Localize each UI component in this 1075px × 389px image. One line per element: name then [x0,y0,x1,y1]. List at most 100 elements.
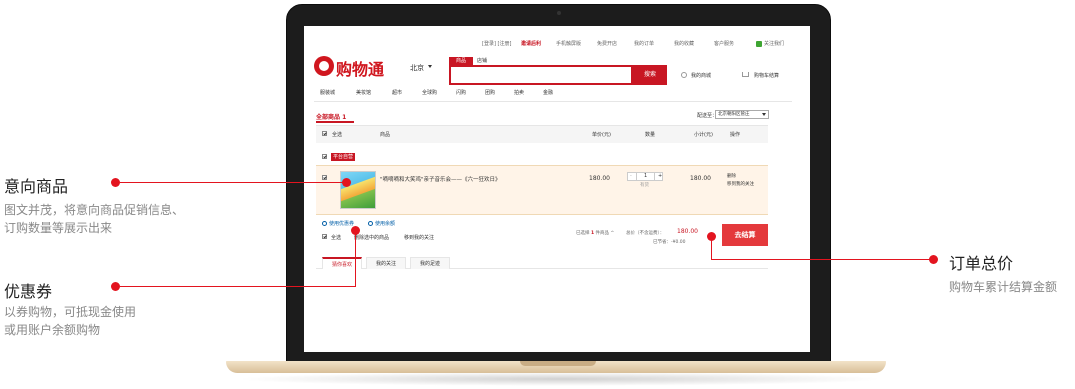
saved-amount: 已节省：-¥0.00 [653,240,686,245]
shop-badge: 平台自营 [331,153,356,161]
chevron-down-icon [762,113,766,116]
delete-selected-link[interactable]: 删除选中的商品 [354,234,389,241]
use-coupon-link[interactable]: 使用优惠券 [322,220,354,227]
search-button[interactable]: 搜索 [633,65,667,85]
open-store-link[interactable]: 免费开店 [597,40,617,47]
ship-to-select[interactable]: 北京朝阳区管庄 [715,110,769,119]
tab-my-footprint[interactable]: 我的足迹 [410,257,450,269]
unit-price: 180.00 [589,175,610,182]
mobile-link[interactable]: 手机触屏版 [556,40,581,47]
callout-total-title: 订单总价 [949,254,1014,273]
callout-line [120,286,356,287]
cart-icon [742,72,749,77]
tab-my-follow[interactable]: 我的关注 [366,257,406,269]
recommend-tabs: 猜你喜欢 我的关注 我的足迹 [316,257,768,269]
cart-checkout-link[interactable]: 购物车结算 [754,72,779,79]
callout-coupon-desc-1: 以券购物，可抵现金使用 [4,305,137,319]
logo-text: 购物通 [336,60,385,79]
quantity-stepper[interactable]: - 1 + [627,172,663,181]
callout-coupon-desc-2: 或用账户余额购物 [4,323,101,337]
invite-link[interactable]: 邀请后利 [521,40,541,47]
use-balance-link[interactable]: 使用余额 [368,220,395,227]
col-subtotal: 小计(元) [694,132,713,138]
my-orders-link[interactable]: 我的订单 [634,40,654,47]
service-link[interactable]: 客户服务 [714,40,734,47]
nav-item[interactable]: 美妆馆 [356,89,371,96]
nav-item[interactable]: 金融 [543,89,553,96]
nav-item[interactable]: 闪购 [456,89,466,96]
move-to-fav-link[interactable]: 移到我的关注 [727,181,754,187]
use-balance-label: 使用余额 [375,221,396,227]
stock-status: 有货 [640,183,649,188]
callout-total-desc-1: 购物车累计结算金额 [949,280,1058,294]
footer-select-all[interactable]: 全选 [331,234,341,241]
slide: [登录] [注册] 邀请后利 手机触屏版 免费开店 我的订单 我的收藏 客户服务… [0,0,1075,389]
col-select-all: 全选 [332,132,343,138]
qty-minus-button[interactable]: - [630,173,632,180]
search-input[interactable] [449,65,633,85]
col-unit-price: 单价(元) [592,132,611,138]
nav-item[interactable]: 服装城 [320,89,335,96]
qty-value[interactable]: 1 [644,173,647,180]
callout-intent-desc-2: 订购数量等展示出来 [4,221,113,235]
callout-line [355,232,356,287]
callout-dot [707,232,716,241]
callout-line [120,182,346,183]
total-amount: 180.00 [677,228,698,235]
login-register-link[interactable]: [登录] [注册] [482,40,511,47]
ship-to-value: 北京朝阳区管庄 [718,112,750,117]
item-checkbox[interactable] [322,175,327,180]
top-bar: [登录] [注册] 邀请后利 手机触屏版 免费开店 我的订单 我的收藏 客户服务… [304,40,810,50]
laptop-shadow [235,372,885,386]
all-goods-title[interactable]: 全部商品 1 [316,112,346,121]
delete-link[interactable]: 删除 [727,173,736,179]
select-all-checkbox[interactable] [322,131,327,136]
callout-dot [111,178,120,187]
search-tab-store[interactable]: 店铺 [477,57,497,65]
nav-item[interactable]: 拍卖 [514,89,524,96]
tab-underline [316,121,354,123]
callout-dot [342,178,351,187]
laptop-notch [520,361,596,366]
nav-item[interactable]: 超市 [392,89,402,96]
total-label: 总价（不含运费）： [626,231,665,236]
move-fav-link[interactable]: 移到我的关注 [404,234,434,241]
wechat-icon [756,41,762,47]
divider [314,101,792,102]
logo-swirl-icon [314,56,334,76]
qty-plus-button[interactable]: + [658,173,662,180]
product-image[interactable] [340,171,376,209]
camera-icon [557,11,561,15]
nav-item[interactable]: 全球购 [422,89,437,96]
col-quantity: 数量 [645,132,656,138]
category-nav: 服装城 美妆馆 超市 全球购 闪购 团购 拍卖 金融 [304,89,810,101]
plus-circle-icon [322,221,327,226]
item-subtotal: 180.00 [690,175,711,182]
callout-intent-desc-1: 图文并茂，将意向商品促销信息、 [4,203,185,217]
col-product: 商品 [380,132,391,138]
selected-count: 已选择 1 件商品 ^ [576,231,615,236]
ship-to-label: 配送至： [697,113,718,119]
callout-line [711,259,931,260]
my-fav-link[interactable]: 我的收藏 [674,40,694,47]
callout-dot [111,282,120,291]
follow-link[interactable]: 关注我们 [764,40,784,47]
divider [636,173,637,180]
nav-item[interactable]: 团购 [485,89,495,96]
user-icon [681,72,687,78]
laptop-screen: [登录] [注册] 邀请后利 手机触屏版 免费开店 我的订单 我的收藏 客户服务… [304,26,810,352]
plus-circle-icon [368,221,373,226]
footer-select-all-checkbox[interactable] [322,234,327,239]
callout-coupon-title: 优惠券 [4,282,53,301]
shop-checkbox[interactable] [322,154,327,159]
tab-guess-you-like[interactable]: 猜你喜欢 [322,257,362,269]
city-selector[interactable]: 北京 [410,63,424,73]
callout-intent-title: 意向商品 [4,177,69,196]
col-operation: 操作 [730,132,741,138]
checkout-button[interactable]: 去结算 [722,224,768,246]
product-title[interactable]: "嘀嘀嘀和大笑鸡"亲子音乐会——《六一狂欢日》 [380,175,501,183]
my-mall-link[interactable]: 我的商城 [691,72,711,79]
search-tab-goods[interactable]: 商品 [449,57,473,65]
cart-table-header: 全选 商品 单价(元) 数量 小计(元) 操作 [316,125,768,143]
cart-item-row [316,165,768,215]
